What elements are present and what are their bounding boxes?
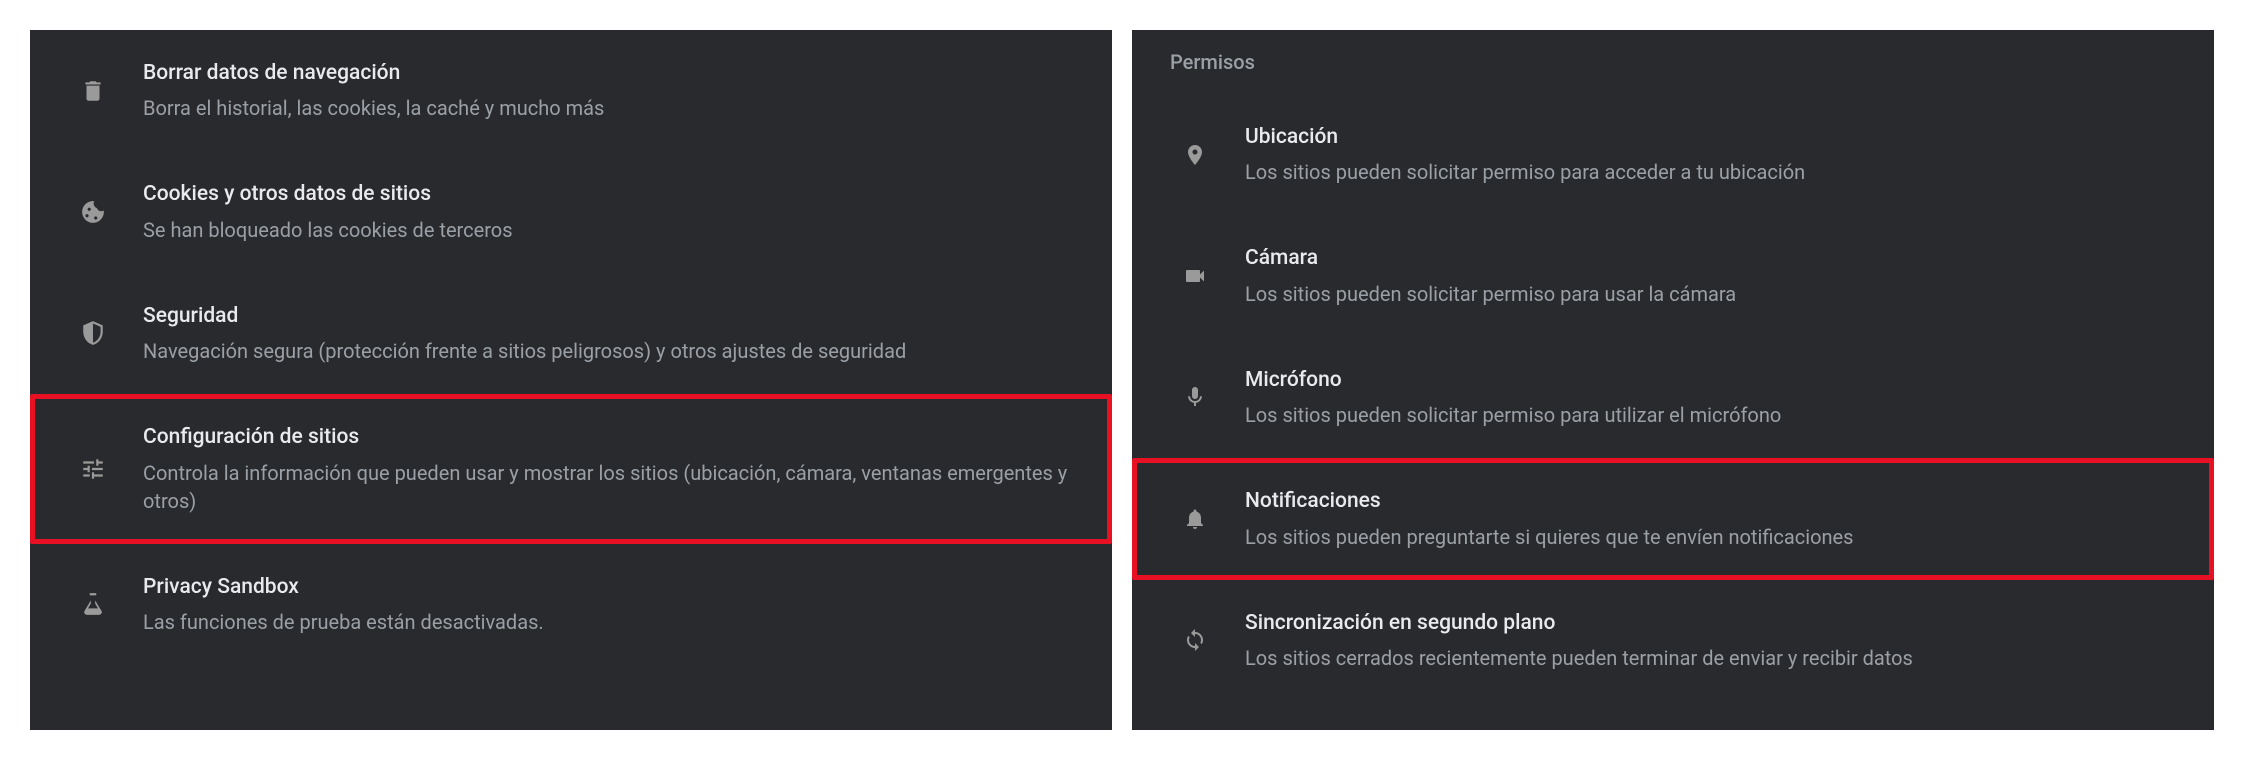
item-subtitle: Los sitios pueden solicitar permiso para… <box>1245 158 2189 186</box>
item-subtitle: Las funciones de prueba están desactivad… <box>143 608 1087 636</box>
privacy-sandbox-item[interactable]: Privacy Sandbox Las funciones de prueba … <box>35 549 1107 660</box>
item-text: Seguridad Navegación segura (protección … <box>143 302 1087 365</box>
site-settings-item[interactable]: Configuración de sitios Controla la info… <box>35 399 1107 538</box>
item-subtitle: Navegación segura (protección frente a s… <box>143 337 1087 365</box>
trash-icon <box>73 78 113 104</box>
item-text: Ubicación Los sitios pueden solicitar pe… <box>1245 123 2189 186</box>
item-subtitle: Se han bloqueado las cookies de terceros <box>143 216 1087 244</box>
item-title: Borrar datos de navegación <box>143 59 1087 88</box>
camera-item[interactable]: Cámara Los sitios pueden solicitar permi… <box>1137 220 2209 331</box>
item-subtitle: Borra el historial, las cookies, la cach… <box>143 94 1087 122</box>
item-text: Borrar datos de navegación Borra el hist… <box>143 59 1087 122</box>
cookie-icon <box>73 199 113 225</box>
bell-icon <box>1175 507 1215 531</box>
sync-icon <box>1175 628 1215 652</box>
highlight-box: Configuración de sitios Controla la info… <box>30 394 1112 543</box>
item-title: Ubicación <box>1245 123 2189 152</box>
item-subtitle: Controla la información que pueden usar … <box>143 459 1087 515</box>
tune-icon <box>73 456 113 482</box>
clear-browsing-data-item[interactable]: Borrar datos de navegación Borra el hist… <box>35 35 1107 146</box>
item-subtitle: Los sitios cerrados recientemente pueden… <box>1245 644 2189 672</box>
cookies-item[interactable]: Cookies y otros datos de sitios Se han b… <box>35 156 1107 267</box>
location-icon <box>1175 143 1215 167</box>
camera-icon <box>1175 264 1215 288</box>
item-text: Privacy Sandbox Las funciones de prueba … <box>143 573 1087 636</box>
shield-icon <box>73 320 113 346</box>
item-title: Sincronización en segundo plano <box>1245 609 2189 638</box>
microphone-item[interactable]: Micrófono Los sitios pueden solicitar pe… <box>1137 342 2209 453</box>
item-subtitle: Los sitios pueden solicitar permiso para… <box>1245 280 2189 308</box>
settings-container: Borrar datos de navegación Borra el hist… <box>0 30 2244 730</box>
item-title: Seguridad <box>143 302 1087 331</box>
security-item[interactable]: Seguridad Navegación segura (protección … <box>35 278 1107 389</box>
privacy-settings-panel: Borrar datos de navegación Borra el hist… <box>30 30 1112 730</box>
permissions-panel: Permisos Ubicación Los sitios pueden sol… <box>1132 30 2214 730</box>
item-title: Micrófono <box>1245 366 2189 395</box>
item-title: Privacy Sandbox <box>143 573 1087 602</box>
notifications-item[interactable]: Notificaciones Los sitios pueden pregunt… <box>1137 463 2209 574</box>
item-text: Cookies y otros datos de sitios Se han b… <box>143 180 1087 243</box>
permissions-header: Permisos <box>1132 30 2214 94</box>
item-title: Notificaciones <box>1245 487 2189 516</box>
item-subtitle: Los sitios pueden solicitar permiso para… <box>1245 401 2189 429</box>
item-title: Configuración de sitios <box>143 423 1087 452</box>
microphone-icon <box>1175 385 1215 409</box>
item-text: Notificaciones Los sitios pueden pregunt… <box>1245 487 2189 550</box>
item-subtitle: Los sitios pueden preguntarte si quieres… <box>1245 523 2189 551</box>
item-text: Configuración de sitios Controla la info… <box>143 423 1087 514</box>
item-text: Micrófono Los sitios pueden solicitar pe… <box>1245 366 2189 429</box>
background-sync-item[interactable]: Sincronización en segundo plano Los siti… <box>1137 585 2209 696</box>
item-title: Cámara <box>1245 244 2189 273</box>
item-text: Cámara Los sitios pueden solicitar permi… <box>1245 244 2189 307</box>
item-title: Cookies y otros datos de sitios <box>143 180 1087 209</box>
item-text: Sincronización en segundo plano Los siti… <box>1245 609 2189 672</box>
location-item[interactable]: Ubicación Los sitios pueden solicitar pe… <box>1137 99 2209 210</box>
flask-icon <box>73 591 113 617</box>
highlight-box: Notificaciones Los sitios pueden pregunt… <box>1132 458 2214 579</box>
